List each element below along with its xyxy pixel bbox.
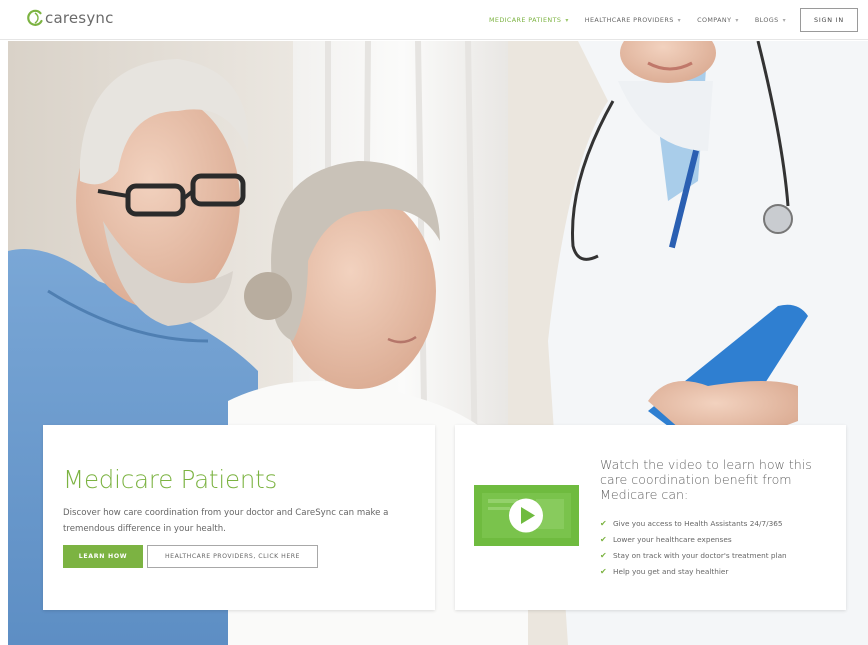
caresync-logo-icon [26, 9, 44, 27]
check-icon: ✔ [600, 518, 607, 528]
nav-item-healthcare-providers[interactable]: HEALTHCARE PROVIDERS ▾ [585, 16, 681, 24]
benefits-list: ✔ Give you access to Health Assistants 2… [600, 515, 787, 579]
list-item-text: Help you get and stay healthier [613, 566, 729, 576]
list-item-text: Give you access to Health Assistants 24/… [613, 518, 783, 528]
medicare-patients-card: Medicare Patients Discover how care coor… [43, 425, 435, 610]
logo[interactable]: caresync [26, 9, 114, 27]
list-item-text: Stay on track with your doctor's treatme… [613, 550, 787, 560]
brand-name: caresync [45, 9, 114, 27]
check-icon: ✔ [600, 550, 607, 560]
list-item: ✔ Help you get and stay healthier [600, 563, 787, 579]
video-card: Watch the video to learn how this care c… [455, 425, 846, 610]
nav-item-medicare-patients[interactable]: MEDICARE PATIENTS ▾ [489, 16, 569, 24]
nav-item-label: MEDICARE PATIENTS [488, 16, 562, 24]
card-title: Medicare Patients [63, 465, 278, 494]
healthcare-providers-button[interactable]: HEALTHCARE PROVIDERS, CLICK HERE [147, 545, 318, 568]
list-item-text: Lower your healthcare expenses [613, 534, 732, 544]
learn-how-button[interactable]: LEARN HOW [63, 545, 143, 568]
chevron-down-icon: ▾ [735, 16, 739, 24]
list-item: ✔ Give you access to Health Assistants 2… [600, 515, 787, 531]
chevron-down-icon: ▾ [782, 16, 786, 24]
card-description: Discover how care coordination from your… [63, 508, 389, 534]
check-icon: ✔ [600, 566, 607, 576]
main-nav: MEDICARE PATIENTS ▾ HEALTHCARE PROVIDERS… [473, 8, 858, 32]
nav-item-label: COMPANY [697, 16, 732, 24]
chevron-down-icon: ▾ [677, 16, 682, 24]
check-icon: ✔ [600, 534, 607, 544]
nav-item-label: BLOGS [754, 16, 779, 24]
video-thumbnail[interactable] [474, 485, 579, 546]
nav-item-blogs[interactable]: BLOGS ▾ [755, 16, 786, 24]
site-header: caresync MEDICARE PATIENTS ▾ HEALTHCARE … [0, 0, 868, 40]
chevron-down-icon: ▾ [565, 16, 569, 24]
list-item: ✔ Lower your healthcare expenses [600, 531, 787, 547]
nav-item-label: HEALTHCARE PROVIDERS [584, 16, 674, 24]
video-title: Watch the video to learn how this care c… [600, 457, 812, 502]
list-item: ✔ Stay on track with your doctor's treat… [600, 547, 787, 563]
play-icon [509, 498, 543, 533]
sign-in-button[interactable]: SIGN IN [800, 8, 858, 32]
nav-item-company[interactable]: COMPANY ▾ [697, 16, 739, 24]
